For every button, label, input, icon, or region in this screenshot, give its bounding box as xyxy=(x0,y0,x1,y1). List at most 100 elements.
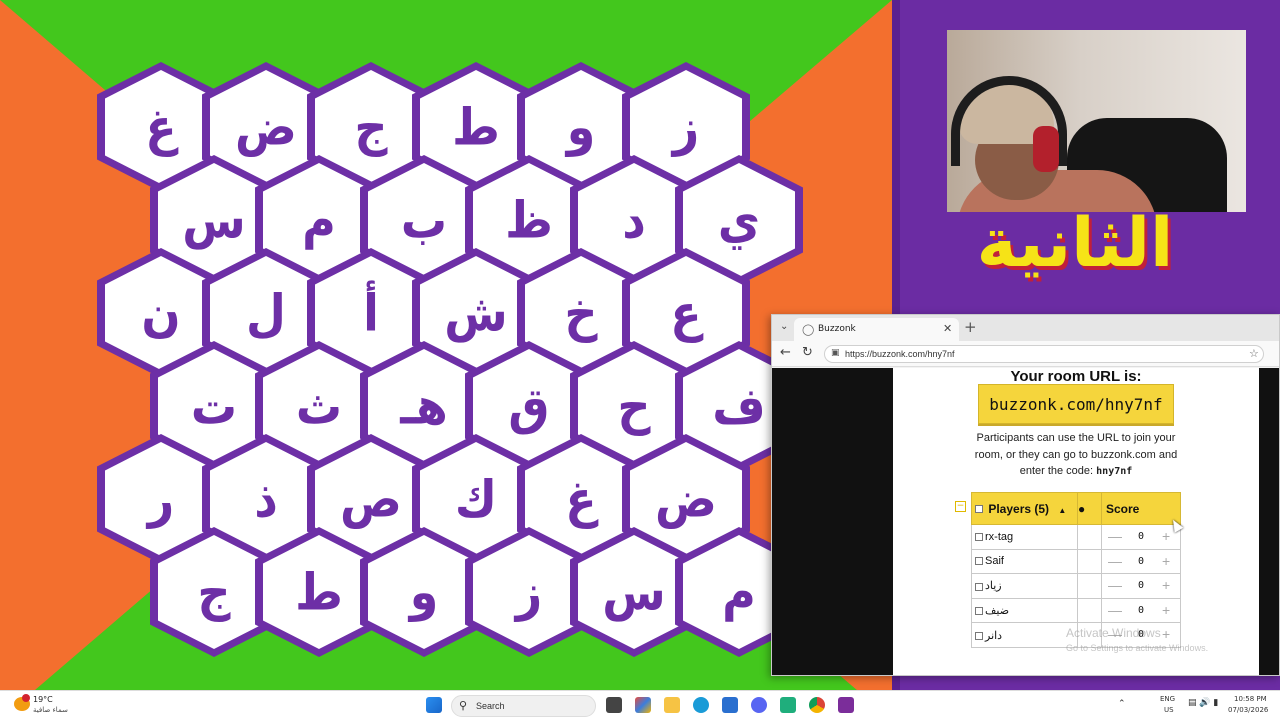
room-url-box[interactable]: buzzonk.com/hny7nf xyxy=(978,384,1174,424)
player-checkbox[interactable] xyxy=(975,607,983,616)
weather-temperature[interactable]: 19°C xyxy=(33,695,53,704)
webcam-feed xyxy=(947,30,1246,212)
hex-letter: ف xyxy=(712,376,766,436)
score-column-header[interactable]: Score xyxy=(1101,492,1181,525)
activate-windows-watermark: Activate Windows xyxy=(1066,626,1161,640)
tab-list-chevron-icon[interactable]: ⌄ xyxy=(780,321,788,332)
hex-letter: ش xyxy=(444,283,508,343)
language-indicator[interactable]: ENG xyxy=(1160,695,1175,703)
game-app-icon[interactable] xyxy=(838,697,854,713)
player-score[interactable]: 0 xyxy=(1138,605,1144,616)
hex-letter: ح xyxy=(617,376,651,436)
windows-start-icon[interactable] xyxy=(426,697,442,713)
close-tab-icon[interactable]: ✕ xyxy=(943,322,952,335)
decrease-score-button[interactable]: — xyxy=(1108,602,1122,618)
players-column-header[interactable]: Players (5) ▲ xyxy=(971,492,1078,525)
player-name: زياد xyxy=(985,580,1002,593)
address-bar[interactable]: ▣ https://buzzonk.com/hny7nf ☆ xyxy=(824,345,1264,363)
store-icon[interactable] xyxy=(722,697,738,713)
hex-letter: ث xyxy=(295,376,343,436)
hex-letter: ض xyxy=(235,97,297,157)
site-info-icon[interactable]: ▣ xyxy=(831,348,840,358)
file-explorer-icon[interactable] xyxy=(664,697,680,713)
hex-letter: هـ xyxy=(400,376,448,436)
whatsapp-icon[interactable] xyxy=(780,697,796,713)
weather-alert-badge xyxy=(22,694,30,702)
edge-browser-icon[interactable] xyxy=(693,697,709,713)
player-name: rx-tag xyxy=(985,530,1014,543)
player-name-cell: دانر xyxy=(971,622,1078,648)
hex-letter: و xyxy=(409,562,439,622)
hex-letter: غ xyxy=(145,97,177,157)
new-tab-button[interactable]: + xyxy=(964,318,977,336)
hex-letter: س xyxy=(182,190,246,250)
hex-tile-face: ز xyxy=(473,535,585,649)
collapse-icon[interactable]: − xyxy=(955,501,966,512)
back-button[interactable]: ← xyxy=(780,345,791,360)
url-text: https://buzzonk.com/hny7nf xyxy=(845,349,955,359)
sort-ascending-icon[interactable]: ▲ xyxy=(1058,506,1066,515)
tab-title: Buzzonk xyxy=(818,324,856,334)
player-buzz-cell xyxy=(1077,548,1102,575)
player-score[interactable]: 0 xyxy=(1138,580,1144,591)
player-checkbox[interactable] xyxy=(975,557,983,566)
browser-nav-bar: ← ↻ ▣ https://buzzonk.com/hny7nf ☆ xyxy=(772,341,1279,367)
player-row: زياد — 0 + xyxy=(971,573,1181,599)
network-volume-battery-icons[interactable]: ▤ 🔊 ▮ xyxy=(1188,698,1218,708)
hex-letter: س xyxy=(602,562,666,622)
player-score[interactable]: 0 xyxy=(1138,531,1144,542)
increase-score-button[interactable]: + xyxy=(1162,577,1170,593)
keyboard-layout[interactable]: US xyxy=(1164,706,1174,714)
hex-letter: ب xyxy=(400,190,448,250)
player-name-cell: Saif xyxy=(971,548,1078,575)
hex-letter: ع xyxy=(670,283,702,343)
room-url-heading: Your room URL is: xyxy=(1010,368,1142,385)
player-score-cell: — 0 + xyxy=(1101,597,1181,624)
webcam-headset-earcup xyxy=(1033,126,1059,172)
join-instructions: Participants can use the URL to join you… xyxy=(969,430,1183,481)
player-buzz-cell xyxy=(1077,597,1102,624)
decrease-score-button[interactable]: — xyxy=(1108,553,1122,569)
players-table-header: Players (5) ▲ ● Score xyxy=(971,492,1181,525)
hex-letter: ج xyxy=(354,97,388,157)
weather-description[interactable]: سماء صافية xyxy=(33,706,68,714)
player-name-cell: زياد xyxy=(971,573,1078,599)
player-score-cell: — 0 + xyxy=(1101,573,1181,599)
hex-tile-face: و xyxy=(368,535,480,649)
score-header-label: Score xyxy=(1106,501,1140,516)
buzz-column-header: ● xyxy=(1077,492,1102,525)
decrease-score-button[interactable]: — xyxy=(1108,577,1122,593)
tray-overflow-chevron-icon[interactable]: ⌃ xyxy=(1118,699,1126,709)
increase-score-button[interactable]: + xyxy=(1162,553,1170,569)
windows-taskbar: 19°C سماء صافية ⚲ Search ⌃ ENG US ▤ 🔊 ▮ … xyxy=(0,690,1280,720)
favorite-star-icon[interactable]: ☆ xyxy=(1249,347,1259,360)
globe-icon: ◯ xyxy=(802,323,815,336)
hex-letter: أ xyxy=(363,283,379,343)
select-all-checkbox[interactable] xyxy=(975,505,983,514)
hex-letter: ن xyxy=(141,283,181,343)
hex-letter: م xyxy=(722,562,756,622)
chrome-icon[interactable] xyxy=(809,697,825,713)
player-checkbox[interactable] xyxy=(975,631,983,640)
discord-icon[interactable] xyxy=(751,697,767,713)
increase-score-button[interactable]: + xyxy=(1162,528,1170,544)
clock-date[interactable]: 07/03/2026 xyxy=(1228,706,1268,714)
player-checkbox[interactable] xyxy=(975,582,983,591)
hex-letter: ت xyxy=(190,376,238,436)
browser-tab[interactable]: ◯ Buzzonk ✕ xyxy=(794,318,959,341)
clock-time[interactable]: 10:58 PM xyxy=(1234,695,1267,703)
player-checkbox[interactable] xyxy=(975,532,983,541)
copilot-icon[interactable] xyxy=(635,697,651,713)
taskbar-search[interactable]: ⚲ Search xyxy=(451,695,596,717)
increase-score-button[interactable]: + xyxy=(1162,602,1170,618)
task-view-icon[interactable] xyxy=(606,697,622,713)
reload-button[interactable]: ↻ xyxy=(802,345,813,360)
decrease-score-button[interactable]: — xyxy=(1108,528,1122,544)
hex-letter: و xyxy=(566,97,596,157)
activate-windows-subtitle: Go to Settings to activate Windows. xyxy=(1066,643,1209,653)
increase-score-button[interactable]: + xyxy=(1162,626,1170,642)
search-label: Search xyxy=(476,701,505,711)
hex-tile-face: س xyxy=(578,535,690,649)
player-name: دانر xyxy=(985,629,1003,642)
player-score[interactable]: 0 xyxy=(1138,556,1144,567)
